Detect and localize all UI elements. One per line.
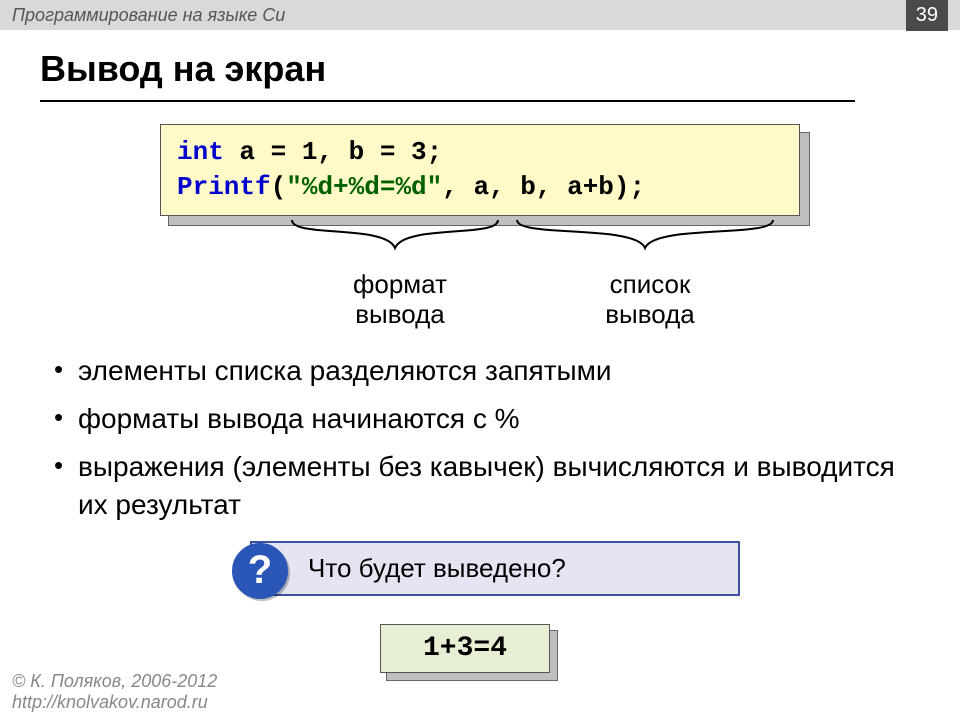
question-mark-icon: ? [232, 543, 288, 599]
keyword-printf: Printf [177, 172, 271, 202]
label-format-l1: формат [353, 269, 447, 299]
brace-list-icon [515, 218, 775, 258]
keyword-int: int [177, 137, 224, 167]
question-text: Что будет выведено? [308, 553, 566, 583]
label-list-l2: вывода [605, 299, 695, 329]
question-box: ? Что будет выведено? [250, 541, 740, 596]
question-body: ? Что будет выведено? [250, 541, 740, 596]
answer-text: 1+3=4 [380, 624, 550, 673]
braces-row [160, 222, 920, 270]
code-block: int a = 1, b = 3; Printf("%d+%d=%d", a, … [160, 124, 800, 216]
bullet-list: элементы списка разделяются запятыми фор… [40, 352, 920, 523]
label-list: список вывода [590, 270, 710, 330]
label-list-l1: список [610, 269, 691, 299]
slide: Программирование на языке Си 39 Вывод на… [0, 0, 960, 720]
decl-rest: a = 1, b = 3; [224, 137, 442, 167]
bullet-item: форматы вывода начинаются с % [50, 400, 920, 438]
brace-labels: формат вывода список вывода [160, 270, 920, 344]
footer: © К. Поляков, 2006-2012 http://knolvakov… [12, 671, 217, 714]
code-box: int a = 1, b = 3; Printf("%d+%d=%d", a, … [160, 124, 800, 216]
content: Вывод на экран int a = 1, b = 3; Printf(… [0, 30, 960, 673]
footer-url: http://knolvakov.narod.ru [12, 692, 217, 714]
code-line-2: Printf("%d+%d=%d", a, b, a+b); [177, 170, 783, 205]
title-underline [40, 100, 855, 102]
topbar-title: Программирование на языке Си [12, 5, 285, 26]
paren-open: ( [271, 172, 287, 202]
format-string: "%d+%d=%d" [286, 172, 442, 202]
bullet-item: элементы списка разделяются запятыми [50, 352, 920, 390]
topbar: Программирование на языке Си 39 [0, 0, 960, 30]
answer-box: 1+3=4 [380, 624, 550, 673]
footer-author: © К. Поляков, 2006-2012 [12, 671, 217, 693]
bullet-item: выражения (элементы без кавычек) вычисля… [50, 448, 920, 524]
page-title: Вывод на экран [40, 48, 920, 90]
page-number: 39 [906, 0, 948, 31]
brace-format-icon [290, 218, 500, 258]
label-format: формат вывода [340, 270, 460, 330]
label-format-l2: вывода [355, 299, 445, 329]
code-line-1: int a = 1, b = 3; [177, 135, 783, 170]
args: , a, b, a+b); [442, 172, 645, 202]
